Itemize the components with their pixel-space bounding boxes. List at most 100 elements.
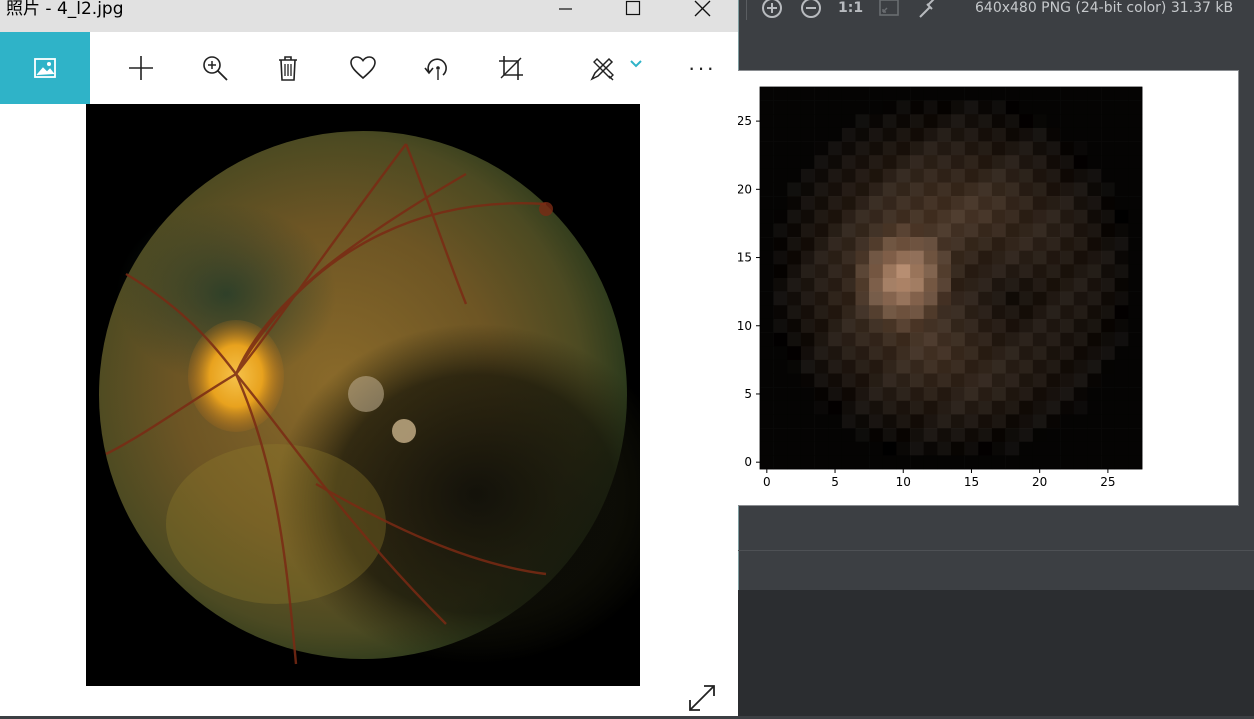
delete-button[interactable]: [258, 32, 318, 104]
zoom-out-icon[interactable]: [799, 0, 823, 20]
heatmap-cell: [814, 414, 829, 429]
file-info-text: 640x480 PNG (24-bit color) 31.37 kB: [975, 0, 1234, 16]
heatmap-cell: [1032, 346, 1047, 361]
heatmap-cell: [773, 182, 788, 197]
heatmap-cell: [841, 346, 856, 361]
heatmap-cell: [841, 455, 856, 470]
heatmap-cell: [1019, 141, 1034, 156]
heatmap-cell: [869, 291, 884, 306]
heatmap-cell: [1032, 441, 1047, 456]
heatmap-cell: [896, 141, 911, 156]
heatmap-cell: [1114, 428, 1129, 443]
add-button[interactable]: [111, 32, 171, 104]
heatmap-cell: [1005, 114, 1020, 129]
heatmap-cell: [978, 264, 993, 279]
heatmap-cell: [1101, 359, 1116, 374]
heatmap-cell: [937, 346, 952, 361]
edit-dropdown-button[interactable]: [606, 32, 666, 104]
heatmap-cell: [760, 387, 774, 402]
heatmap-cell: [1060, 155, 1075, 170]
heatmap-cell: [1046, 127, 1061, 142]
heatmap-cell: [1060, 100, 1075, 115]
photos-window: 照片 - 4_l2.jpg ···: [0, 0, 738, 716]
heatmap-cell: [964, 114, 979, 129]
heatmap-cell: [923, 237, 938, 252]
heatmap-cell: [923, 455, 938, 470]
heatmap-cell: [869, 318, 884, 333]
heatmap-cell: [1101, 305, 1116, 320]
heatmap-cell: [1114, 127, 1129, 142]
heatmap-cell: [1046, 114, 1061, 129]
heatmap-cell: [1032, 455, 1047, 470]
heatmap-cell: [869, 237, 884, 252]
heatmap-cell: [1046, 237, 1061, 252]
heatmap-cell: [991, 291, 1006, 306]
heatmap-cell: [991, 182, 1006, 197]
heatmap-cell: [1046, 359, 1061, 374]
heatmap-cell: [800, 400, 815, 415]
heatmap-cell: [814, 332, 829, 347]
heatmap-cell: [991, 400, 1006, 415]
heatmap-cell: [841, 127, 856, 142]
heatmap-cell: [800, 346, 815, 361]
heatmap-cell: [760, 318, 774, 333]
heatmap-cell: [964, 455, 979, 470]
heatmap-cell: [800, 87, 815, 101]
heatmap-cell: [1046, 291, 1061, 306]
heatmap-cell: [1046, 209, 1061, 224]
heatmap-cell: [800, 155, 815, 170]
crop-button[interactable]: [481, 32, 541, 104]
heatmap-cell: [1114, 387, 1129, 402]
heatmap-cell: [869, 455, 884, 470]
heatmap-cell: [1046, 318, 1061, 333]
heatmap-cell: [937, 100, 952, 115]
heatmap-cell: [991, 114, 1006, 129]
heatmap-cell: [1046, 332, 1061, 347]
heatmap-cell: [855, 387, 870, 402]
heatmap-cell: [760, 346, 774, 361]
heatmap-cell: [964, 209, 979, 224]
close-button[interactable]: [680, 0, 726, 22]
actual-size-icon[interactable]: 1:1: [838, 0, 863, 20]
favorite-button[interactable]: [333, 32, 393, 104]
heatmap-cell: [1073, 223, 1088, 238]
heatmap-cell: [814, 168, 829, 183]
heatmap-cell: [814, 387, 829, 402]
eyedropper-icon[interactable]: [916, 0, 940, 20]
heatmap-cell: [787, 305, 802, 320]
heatmap-cell: [923, 168, 938, 183]
heatmap-cell: [828, 264, 843, 279]
heatmap-cell: [828, 400, 843, 415]
heatmap-cell: [828, 223, 843, 238]
heatmap-cell: [910, 100, 925, 115]
heatmap-cell: [964, 168, 979, 183]
heatmap-cell: [951, 346, 965, 361]
rotate-button[interactable]: [407, 32, 467, 104]
zoom-in-icon[interactable]: [760, 0, 784, 20]
more-button[interactable]: ···: [672, 32, 732, 104]
heatmap-cell: [855, 127, 870, 142]
heatmap-cell: [910, 318, 925, 333]
heatmap-cell: [910, 182, 925, 197]
zoom-button[interactable]: [185, 32, 245, 104]
heatmap-cell: [855, 168, 870, 183]
full-screen-button[interactable]: [686, 682, 718, 714]
heatmap-cell: [1087, 237, 1102, 252]
heatmap-cell: [978, 359, 993, 374]
heatmap-cell: [1005, 209, 1020, 224]
heatmap-cell: [910, 87, 925, 101]
heatmap-cell: [787, 278, 802, 292]
y-tick-label: 25: [738, 114, 752, 128]
heatmap-cell: [882, 209, 897, 224]
heatmap-cell: [841, 373, 856, 388]
heatmap-cell: [923, 318, 938, 333]
fit-icon[interactable]: [877, 0, 901, 20]
heatmap-cell: [1073, 155, 1088, 170]
heatmap-cell: [1019, 414, 1034, 429]
minimize-button[interactable]: [542, 0, 588, 22]
maximize-button[interactable]: [610, 0, 656, 22]
heatmap-cell: [855, 155, 870, 170]
view-image-button[interactable]: [0, 32, 90, 104]
heatmap-cell: [910, 455, 925, 470]
heatmap-cell: [1005, 332, 1020, 347]
